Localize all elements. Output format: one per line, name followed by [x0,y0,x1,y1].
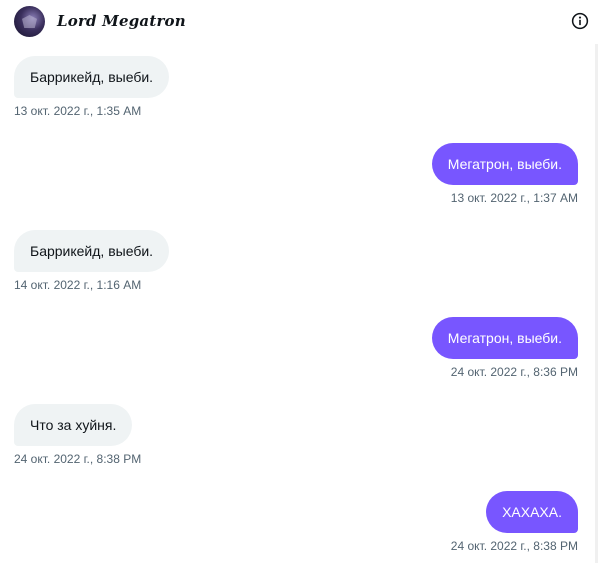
conversation-header: Lord Megatron [0,0,598,44]
avatar[interactable] [14,6,45,37]
message-bubble-outgoing[interactable]: Мегатрон, выеби. [431,317,578,359]
message-timestamp: 13 окт. 2022 г., 1:37 AM [450,191,578,205]
message-bubble-incoming[interactable]: Баррикейд, выеби. [14,56,170,98]
message-bubble-outgoing[interactable]: Мегатрон, выеби. [431,143,578,185]
message-timestamp: 24 окт. 2022 г., 8:38 PM [14,452,142,466]
message-timestamp: 14 окт. 2022 г., 1:16 AM [14,278,142,292]
message-bubble-incoming[interactable]: Баррикейд, выеби. [14,230,170,272]
message-timestamp: 13 окт. 2022 г., 1:35 AM [14,104,142,118]
message-bubble-incoming[interactable]: Что за хуйня. [14,404,133,446]
message-timestamp: 24 окт. 2022 г., 8:36 PM [450,365,578,379]
info-icon[interactable] [571,12,589,30]
message-bubble-outgoing[interactable]: ХАХАХА. [486,491,578,533]
dm-conversation: Lord Megatron Баррикейд, выеби. 13 окт. … [0,0,598,563]
message-timestamp: 24 окт. 2022 г., 8:38 PM [450,539,578,553]
conversation-title[interactable]: Lord Megatron [57,12,186,30]
